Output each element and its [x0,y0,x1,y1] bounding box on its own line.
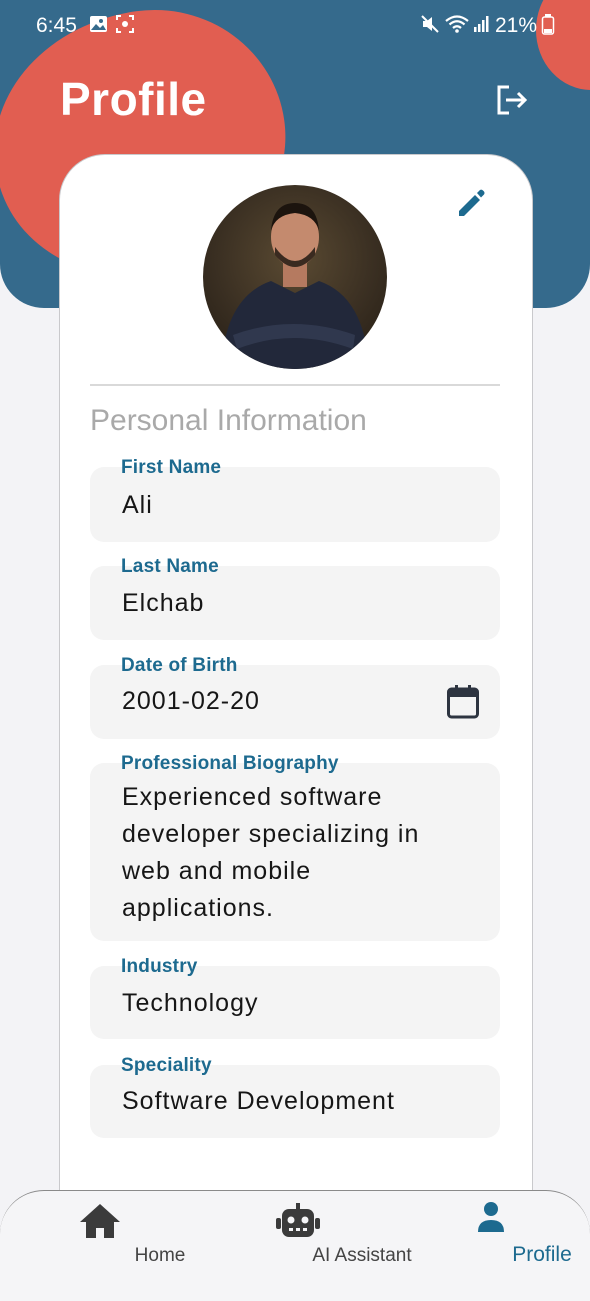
date-of-birth-field[interactable]: Date of Birth 2001-02-20 [90,655,500,739]
field-value: Ali [122,491,153,519]
speciality-field[interactable]: Speciality Software Development [90,1055,500,1138]
nav-home[interactable]: Home [40,1191,185,1281]
person-icon [478,1202,504,1232]
wifi-icon [445,15,469,33]
field-label: Professional Biography [121,753,339,774]
logout-icon[interactable] [494,82,530,118]
mute-icon [421,15,439,33]
screenshot-icon [116,15,134,33]
field-label: Speciality [121,1055,212,1076]
nav-profile[interactable]: Profile [440,1191,572,1281]
status-bar: 6:45 21% [0,0,590,52]
nav-label: AI Assistant [312,1245,412,1266]
field-value: 2001-02-20 [122,687,260,715]
nav-label: Home [134,1245,186,1266]
first-name-field[interactable]: First Name Ali [90,457,500,542]
field-label: Industry [121,956,198,977]
nav-label: Profile [512,1243,572,1266]
home-icon [80,1204,120,1238]
nav-ai-assistant[interactable]: AI Assistant [230,1191,412,1281]
battery-percent: 21% [495,14,538,37]
field-label: Last Name [121,556,219,577]
calendar-icon[interactable] [446,684,480,720]
edit-pencil-icon[interactable] [454,186,488,220]
avatar [203,185,387,369]
field-value: Elchab [122,589,205,617]
profile-photo [221,203,369,369]
bottom-navigation: Home AI Assistant Profile [0,1190,590,1301]
field-value: Experienced software developer specializ… [122,783,420,922]
field-value: Technology [122,989,259,1017]
battery-icon [541,14,555,35]
field-label: First Name [121,457,222,478]
gallery-icon [90,16,107,32]
field-value: Software Development [122,1087,395,1115]
signal-icon [474,16,489,32]
page-title: Profile [60,73,207,125]
field-label: Date of Birth [121,655,238,676]
industry-field[interactable]: Industry Technology [90,956,500,1039]
divider [90,384,500,386]
section-title: Personal Information [90,404,367,437]
status-time: 6:45 [36,14,77,37]
biography-field[interactable]: Professional Biography Experienced softw… [90,753,500,941]
robot-icon [276,1203,320,1237]
last-name-field[interactable]: Last Name Elchab [90,556,500,640]
